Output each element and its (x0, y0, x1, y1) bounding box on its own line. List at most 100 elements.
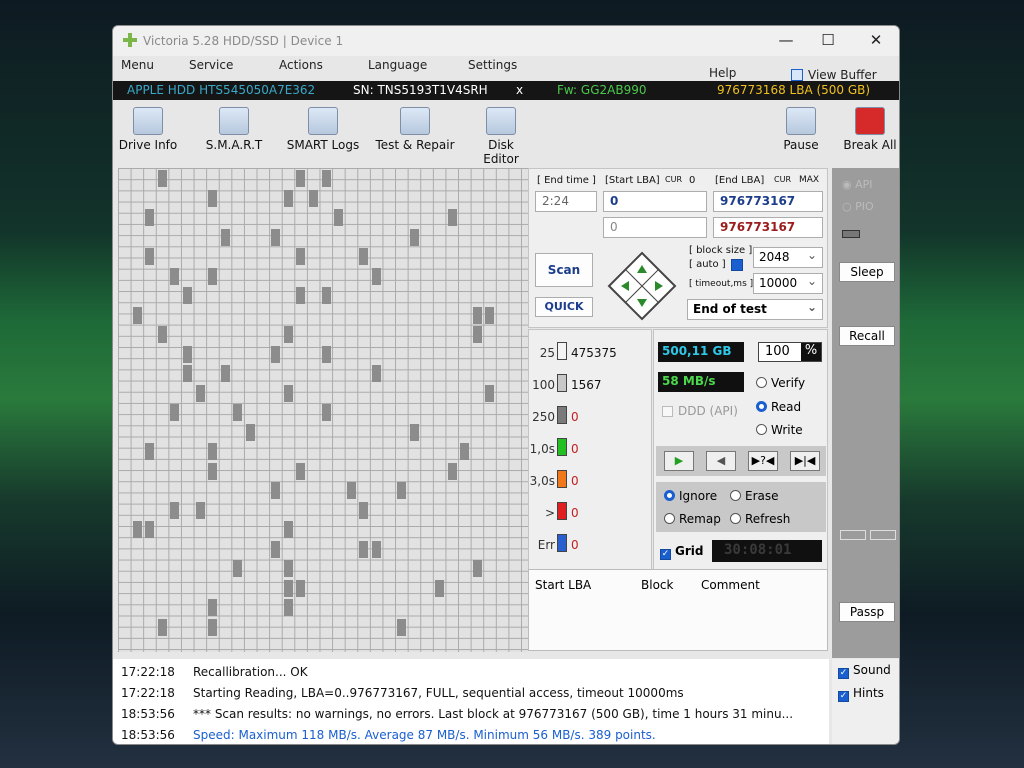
drive-serial: SN: TNS5193T1V4SRH (353, 83, 488, 97)
small-button-1[interactable] (840, 530, 866, 540)
direction-pad-icon[interactable] (607, 251, 677, 321)
log-area: 17:22:18 Recallibration... OK 17:22:18 Star… (113, 659, 829, 744)
quick-button[interactable]: QUICK (535, 297, 593, 317)
counters-panel: 25 475375 100 1567 250 0 1,0s 0 3,0s 0 >0 Err 0 (528, 329, 652, 589)
back-icon[interactable]: ◀ (706, 451, 736, 471)
block-size-select[interactable]: 2048 (753, 247, 823, 268)
slow-block (271, 228, 281, 246)
counter-label: 3,0s (529, 474, 555, 488)
close-icon[interactable]: ✕ (861, 31, 891, 51)
end-time-field[interactable]: 2:24 (535, 191, 597, 212)
ddd-checkbox[interactable] (662, 406, 673, 417)
counter-value: 475375 (571, 346, 617, 360)
victoria-window: Victoria 5.28 HDD/SSD | Device 1 — ☐ ✕ M… (112, 25, 900, 745)
random-icon[interactable]: ▶?◀ (748, 451, 778, 471)
break-all-icon (855, 107, 885, 135)
pause-icon (786, 107, 816, 135)
slow-block (283, 560, 293, 577)
led-indicator (842, 230, 860, 238)
smart-button[interactable]: S.M.A.R.T (201, 107, 267, 152)
slow-block (271, 345, 281, 363)
slow-block (170, 267, 180, 285)
slow-block (208, 462, 218, 480)
drive-info-icon (133, 107, 163, 135)
slow-block (157, 618, 167, 636)
end-lba-field[interactable]: 976773167 (713, 191, 823, 212)
verify-radio[interactable]: Verify (756, 376, 805, 390)
menu-menu[interactable]: Menu (121, 58, 154, 72)
slow-block (271, 482, 281, 499)
action-box: Ignore Erase Remap Refresh (656, 482, 826, 532)
slow-block (485, 306, 495, 324)
size-display: 500,11 GB (658, 342, 744, 362)
menu-language[interactable]: Language (368, 58, 427, 72)
log-time: 17:22:18 (121, 686, 175, 700)
counter-value: 0 (571, 474, 579, 488)
ignore-radio[interactable]: Ignore (664, 489, 717, 503)
passp-button[interactable]: Passp (839, 602, 895, 622)
drive-info-bar: APPLE HDD HTS545050A7E362 SN: TNS5193T1V… (113, 81, 899, 100)
start-lba-field[interactable]: 0 (603, 191, 707, 212)
play-icon[interactable]: ▶ (664, 451, 694, 471)
recall-button[interactable]: Recall (839, 326, 895, 346)
break-all-button[interactable]: Break All (843, 107, 897, 152)
minimize-icon[interactable]: — (771, 31, 801, 51)
api-radio[interactable]: ◉ API (842, 178, 873, 191)
read-radio[interactable]: Read (756, 400, 801, 414)
counter-label: Err (537, 538, 555, 552)
slow-block (195, 384, 205, 402)
menu-actions[interactable]: Actions (279, 58, 323, 72)
end-of-test-select[interactable]: End of test (687, 299, 823, 320)
counter-value: 1567 (571, 378, 602, 392)
refresh-radio[interactable]: Refresh (730, 512, 790, 526)
slow-block (132, 521, 142, 538)
slow-block (321, 345, 331, 363)
slow-block (296, 248, 306, 265)
write-radio[interactable]: Write (756, 423, 803, 437)
end-icon[interactable]: ▶|◀ (790, 451, 820, 471)
drive-info-button[interactable]: Drive Info (117, 107, 179, 152)
end-lba-field-2[interactable]: 976773167 (713, 217, 823, 238)
drive-close[interactable]: x (516, 83, 523, 97)
slow-block (321, 287, 331, 304)
disk-editor-button[interactable]: Disk Editor (469, 107, 533, 166)
grid-checkbox[interactable]: ✓ Grid (660, 544, 703, 560)
smart-logs-button[interactable]: SMART Logs (285, 107, 361, 152)
hints-checkbox[interactable]: ✓ Hints (838, 686, 884, 702)
smart-icon (219, 107, 249, 135)
small-button-2[interactable] (870, 530, 896, 540)
pio-radio[interactable]: ○ PIO (842, 200, 874, 213)
slow-block (485, 384, 495, 402)
drive-model: APPLE HDD HTS545050A7E362 (127, 83, 316, 97)
auto-checkbox[interactable] (731, 259, 743, 271)
sleep-button[interactable]: Sleep (839, 262, 895, 282)
counter-value: 0 (571, 538, 579, 552)
maximize-icon[interactable]: ☐ (813, 31, 843, 51)
scan-button[interactable]: Scan (535, 253, 593, 287)
slow-block (283, 384, 293, 402)
slow-block (409, 228, 419, 246)
menu-service[interactable]: Service (189, 58, 233, 72)
slow-block (145, 209, 155, 226)
erase-radio[interactable]: Erase (730, 489, 779, 503)
pause-button[interactable]: Pause (781, 107, 821, 152)
timeout-select[interactable]: 10000 (753, 273, 823, 294)
start-lba-field-2[interactable]: 0 (603, 217, 707, 238)
slow-block (183, 365, 192, 382)
log-row: 17:22:18 Recallibration... OK (121, 665, 308, 679)
slow-block (170, 501, 180, 519)
test-repair-icon (400, 107, 430, 135)
sound-checkbox[interactable]: ✓ Sound (838, 663, 891, 679)
menu-settings[interactable]: Settings (468, 58, 517, 72)
remap-radio[interactable]: Remap (664, 512, 721, 526)
menu-help[interactable]: Help (709, 66, 736, 80)
drive-lba: 976773168 LBA (500 GB) (717, 83, 871, 97)
disk-editor-icon (486, 107, 516, 135)
speed-display: 58 MB/s (658, 372, 744, 392)
slow-block (283, 599, 293, 616)
slow-block (447, 209, 457, 226)
test-repair-button[interactable]: Test & Repair (375, 107, 455, 152)
slow-block (472, 560, 482, 577)
counter-label: 25 (539, 346, 555, 360)
counter-swatch (557, 342, 567, 360)
